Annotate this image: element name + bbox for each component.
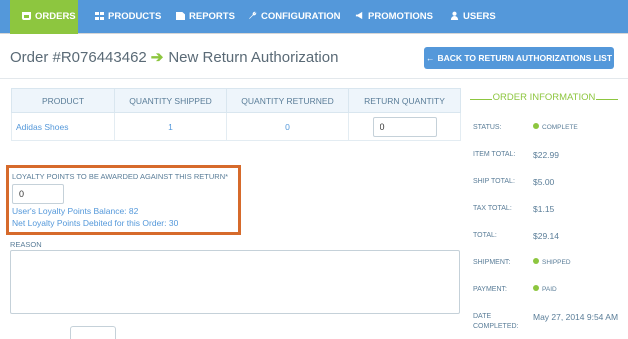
- wrench-icon: [248, 1, 257, 19]
- reason-textarea[interactable]: [10, 250, 460, 314]
- nav-tab-configuration[interactable]: CONFIGURATION: [246, 0, 342, 34]
- ship-total-label: SHIP TOTAL:: [473, 178, 515, 185]
- return-quantity-input[interactable]: [372, 116, 437, 137]
- tax-total-value: $1.15: [533, 204, 555, 214]
- nav-tab-promotions[interactable]: PROMOTIONS: [353, 0, 437, 34]
- order-number: Order #R076443462: [10, 49, 147, 66]
- status-badge: COMPLETE: [533, 123, 578, 133]
- loyalty-points-label: LOYALTY POINTS TO BE AWARDED AGAINST THI…: [12, 172, 229, 181]
- total-label: TOTAL:: [473, 232, 497, 239]
- nav-tab-users-label: USERS: [463, 11, 496, 22]
- nav-tab-products-label: PRODUCTS: [108, 11, 162, 22]
- column-header-product: PRODUCT: [11, 88, 115, 113]
- arrow-left-icon: ←: [425, 53, 435, 63]
- shipment-dot-icon: [533, 258, 539, 264]
- status-label: STATUS:: [473, 124, 502, 131]
- nav-tab-configuration-label: CONFIGURATION: [261, 11, 341, 22]
- product-name-link[interactable]: Adidas Shoes: [11, 112, 115, 141]
- payment-label: PAYMENT:: [473, 286, 507, 293]
- loyalty-debited-text: Net Loyalty Points Debited for this Orde…: [12, 218, 179, 228]
- tax-total-label: TAX TOTAL:: [473, 205, 512, 212]
- partial-button[interactable]: [70, 326, 116, 339]
- payment-dot-icon: [533, 285, 539, 291]
- megaphone-icon: [355, 1, 364, 20]
- nav-tab-products[interactable]: PRODUCTS: [93, 0, 163, 34]
- total-value: $29.14: [533, 231, 559, 241]
- arrow-right-icon: ➔: [150, 49, 164, 66]
- loyalty-balance-text: User's Loyalty Points Balance: 82: [12, 206, 139, 216]
- status-dot-icon: [533, 123, 539, 129]
- nav-tab-reports-label: REPORTS: [189, 11, 235, 22]
- status-value: COMPLETE: [542, 124, 578, 131]
- order-information-title: ORDER INFORMATION: [470, 92, 618, 108]
- shipment-value: SHIPPED: [542, 259, 571, 266]
- return-quantity-cell: [348, 112, 461, 141]
- nav-tab-orders-label: ORDERS: [35, 11, 76, 22]
- item-total-value: $22.99: [533, 150, 559, 160]
- item-total-label: ITEM TOTAL:: [473, 151, 516, 158]
- payment-value: PAID: [542, 286, 557, 293]
- nav-tab-reports[interactable]: REPORTS: [174, 0, 235, 34]
- cart-icon: [22, 12, 31, 20]
- page-title: Order #R076443462 ➔ New Return Authorizati…: [10, 48, 338, 66]
- back-to-list-button-label: BACK TO RETURN AUTHORIZATIONS LIST: [437, 53, 613, 63]
- loyalty-points-input[interactable]: [12, 184, 64, 204]
- ship-total-value: $5.00: [533, 177, 555, 187]
- reason-label: REASON: [10, 240, 42, 249]
- user-icon: [450, 1, 459, 20]
- column-header-return-quantity: RETURN QUANTITY: [348, 88, 461, 113]
- quantity-shipped-cell: 1: [114, 112, 227, 141]
- quantity-returned-cell: 0: [226, 112, 349, 141]
- back-to-list-button[interactable]: ← BACK TO RETURN AUTHORIZATIONS LIST: [424, 47, 614, 69]
- document-icon: [176, 12, 185, 20]
- top-navigation: ORDERS PRODUCTS REPORTS CONFIGURATION PR…: [0, 0, 628, 34]
- shipment-badge: SHIPPED: [533, 258, 571, 268]
- table-header-row: PRODUCT QUANTITY SHIPPED QUANTITY RETURN…: [11, 88, 461, 113]
- page-title-text: New Return Authorization: [168, 49, 339, 66]
- shipment-label: SHIPMENT:: [473, 259, 511, 266]
- grid-icon: [95, 12, 104, 20]
- nav-tab-promotions-label: PROMOTIONS: [368, 11, 433, 22]
- date-completed-label: DATE COMPLETED:: [473, 313, 519, 330]
- payment-badge: PAID: [533, 285, 557, 295]
- nav-tab-users[interactable]: USERS: [448, 0, 498, 34]
- date-completed-value: May 27, 2014 9:54 AM: [533, 312, 619, 322]
- loyalty-points-highlight: LOYALTY POINTS TO BE AWARDED AGAINST THI…: [6, 165, 241, 235]
- nav-tab-orders[interactable]: ORDERS: [10, 0, 78, 34]
- column-header-quantity-returned: QUANTITY RETURNED: [226, 88, 349, 113]
- table-row: Adidas Shoes 1 0: [11, 112, 461, 141]
- return-items-table: PRODUCT QUANTITY SHIPPED QUANTITY RETURN…: [11, 88, 461, 141]
- column-header-quantity-shipped: QUANTITY SHIPPED: [114, 88, 227, 113]
